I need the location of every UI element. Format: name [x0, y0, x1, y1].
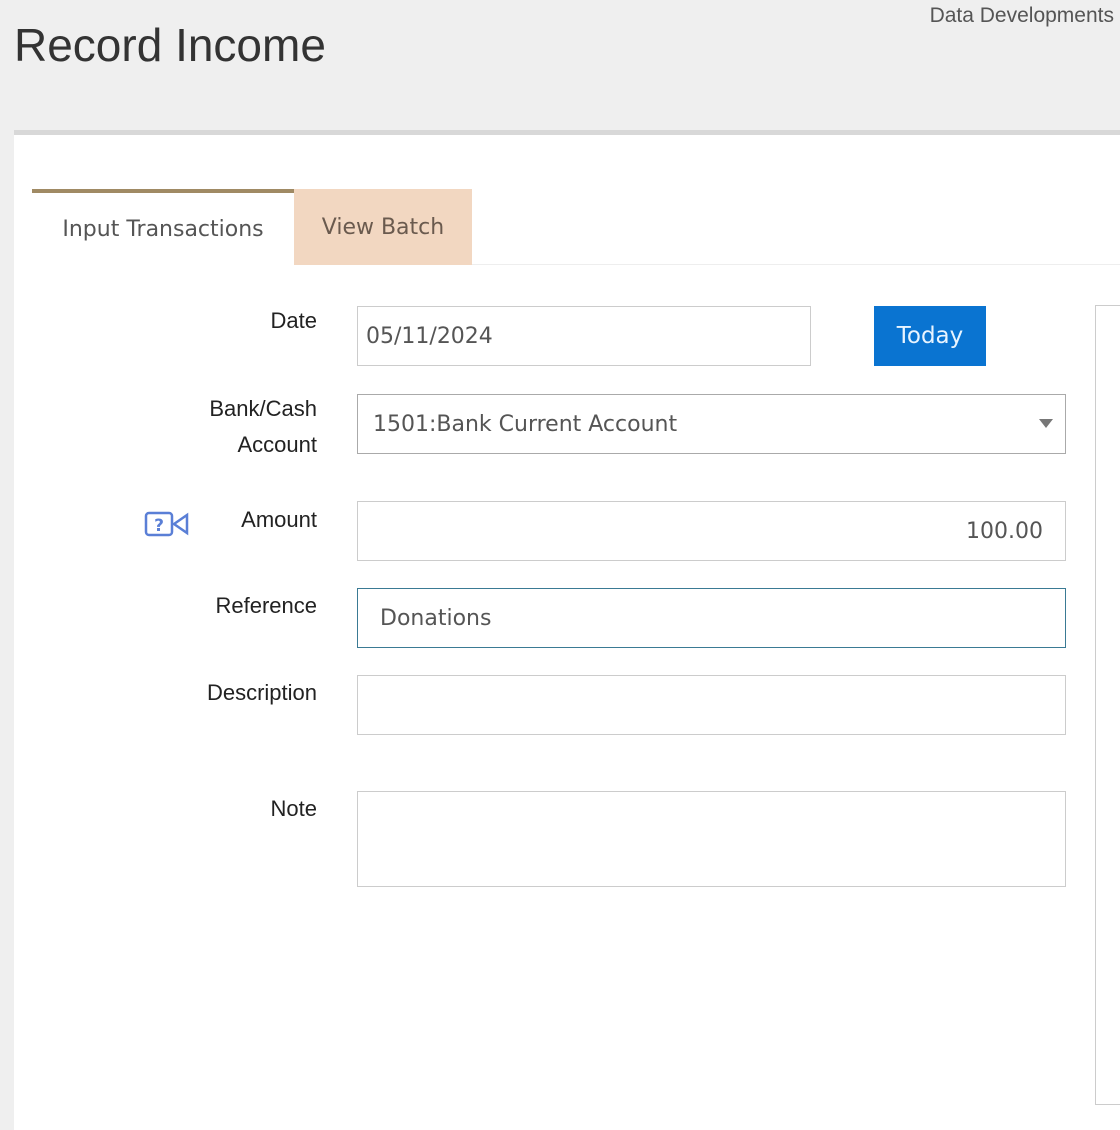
date-label: Date — [270, 308, 317, 333]
svg-text:?: ? — [154, 516, 164, 536]
amount-value: 100.00 — [966, 518, 1043, 544]
tab-bar: Input Transactions View Batch — [32, 189, 1120, 265]
account-label-line1: Bank/Cash — [209, 396, 317, 421]
note-label: Note — [270, 796, 317, 821]
video-help-icon[interactable]: ? — [144, 510, 190, 542]
main-card: Input Transactions View Batch Date 05/11… — [14, 130, 1120, 1130]
account-label-line2: Account — [237, 432, 318, 457]
account-value: 1501:Bank Current Account — [373, 411, 678, 437]
account-label: Bank/Cash Account — [209, 391, 317, 463]
reference-value: Donations — [380, 605, 492, 631]
amount-label: Amount — [241, 507, 317, 532]
amount-input[interactable]: 100.00 — [357, 501, 1066, 561]
page-title: Record Income — [14, 19, 326, 71]
chevron-down-icon — [1039, 419, 1053, 428]
reference-input[interactable]: Donations — [357, 588, 1066, 648]
description-label: Description — [206, 680, 317, 705]
today-button[interactable]: Today — [874, 306, 986, 366]
tab-input-transactions[interactable]: Input Transactions — [32, 189, 294, 265]
date-value: 05/11/2024 — [366, 323, 493, 349]
side-panel — [1095, 305, 1120, 1105]
note-textarea[interactable] — [357, 791, 1066, 887]
date-input[interactable]: 05/11/2024 — [357, 306, 811, 366]
account-select[interactable]: 1501:Bank Current Account — [357, 394, 1066, 454]
organisation-name[interactable]: Data Developments — [930, 4, 1114, 28]
description-input[interactable] — [357, 675, 1066, 735]
tab-view-batch[interactable]: View Batch — [294, 189, 472, 265]
reference-label: Reference — [215, 593, 317, 618]
